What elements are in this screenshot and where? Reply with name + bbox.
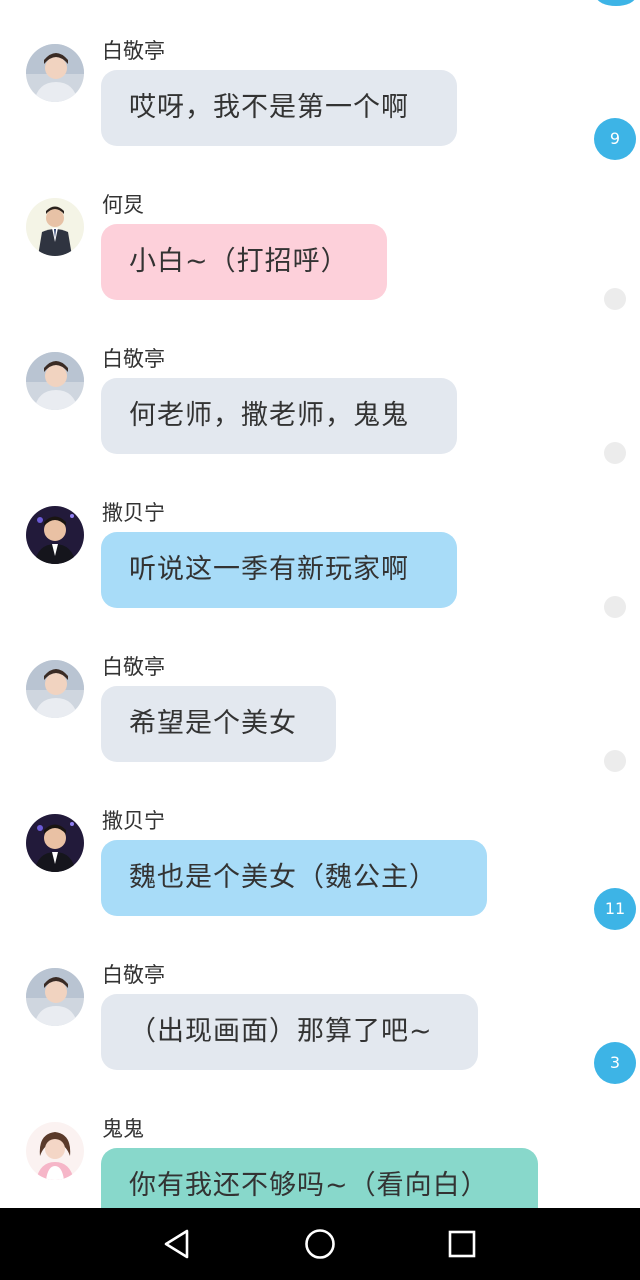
message-bubble[interactable]: （出现画面）那算了吧~ — [101, 994, 478, 1070]
home-icon[interactable] — [302, 1226, 338, 1262]
message-bubble[interactable]: 何老师，撒老师，鬼鬼 — [101, 378, 457, 454]
avatar[interactable] — [26, 352, 84, 410]
sender-name: 鬼鬼 — [102, 1117, 144, 1141]
unread-badge-partial[interactable] — [596, 0, 636, 6]
message-item: 白敬亭 哎呀，我不是第一个啊 9 — [0, 32, 640, 186]
read-indicator — [604, 442, 626, 464]
avatar[interactable] — [26, 814, 84, 872]
message-bubble[interactable]: 你有我还不够吗~（看向白） — [101, 1148, 538, 1208]
read-indicator — [604, 288, 626, 310]
sender-name: 何炅 — [102, 193, 144, 217]
unread-badge[interactable]: 3 — [594, 1042, 636, 1084]
chat-area[interactable]: 白敬亭 哎呀，我不是第一个啊 9 何炅 小白~（打招呼） 白敬亭 何老师，撒老师… — [0, 0, 640, 1208]
sender-name: 白敬亭 — [102, 347, 165, 371]
sender-name: 撒贝宁 — [102, 501, 165, 525]
avatar[interactable] — [26, 506, 84, 564]
message-bubble[interactable]: 希望是个美女 — [101, 686, 336, 762]
message-bubble[interactable]: 哎呀，我不是第一个啊 — [101, 70, 457, 146]
avatar[interactable] — [26, 44, 84, 102]
message-item: 白敬亭 （出现画面）那算了吧~ 3 — [0, 956, 640, 1110]
message-item: 撒贝宁 听说这一季有新玩家啊 — [0, 494, 640, 648]
message-bubble[interactable]: 听说这一季有新玩家啊 — [101, 532, 457, 608]
avatar[interactable] — [26, 660, 84, 718]
sender-name: 撒贝宁 — [102, 809, 165, 833]
sender-name: 白敬亭 — [102, 655, 165, 679]
read-indicator — [604, 596, 626, 618]
unread-badge[interactable]: 9 — [594, 118, 636, 160]
message-item: 白敬亭 希望是个美女 — [0, 648, 640, 802]
message-item: 鬼鬼 你有我还不够吗~（看向白） — [0, 1110, 640, 1208]
back-icon[interactable] — [160, 1226, 196, 1262]
message-item: 何炅 小白~（打招呼） — [0, 186, 640, 340]
unread-badge[interactable]: 11 — [594, 888, 636, 930]
read-indicator — [604, 750, 626, 772]
avatar[interactable] — [26, 968, 84, 1026]
sender-name: 白敬亭 — [102, 39, 165, 63]
message-bubble[interactable]: 小白~（打招呼） — [101, 224, 387, 300]
message-bubble[interactable]: 魏也是个美女（魏公主） — [101, 840, 487, 916]
message-item: 撒贝宁 魏也是个美女（魏公主） 11 — [0, 802, 640, 956]
avatar[interactable] — [26, 1122, 84, 1180]
message-item: 白敬亭 何老师，撒老师，鬼鬼 — [0, 340, 640, 494]
system-nav-bar — [0, 1208, 640, 1280]
recents-icon[interactable] — [444, 1226, 480, 1262]
avatar[interactable] — [26, 198, 84, 256]
sender-name: 白敬亭 — [102, 963, 165, 987]
